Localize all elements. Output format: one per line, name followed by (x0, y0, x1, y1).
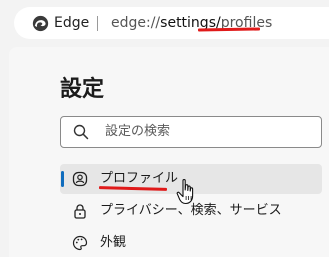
active-indicator (61, 171, 64, 187)
browser-window: Edge edge://settings/profiles 設定 設定の検索 プ… (0, 0, 329, 257)
settings-search-input[interactable]: 設定の検索 (60, 116, 322, 148)
url-scheme: edge:// (111, 15, 161, 31)
lock-icon (74, 204, 86, 219)
browser-name-label: Edge (54, 15, 90, 31)
page-title: 設定 (60, 77, 105, 102)
sidebar-item-label: プロファイル (100, 171, 179, 186)
search-placeholder: 設定の検索 (105, 124, 171, 139)
sidebar-item-appearance[interactable]: 外観 (60, 228, 322, 257)
sidebar-item-label: 外観 (100, 235, 127, 250)
profile-icon (72, 171, 88, 187)
edge-logo-icon (32, 15, 49, 32)
hand-cursor-icon (176, 179, 194, 205)
palette-icon (72, 235, 88, 251)
search-icon (73, 124, 89, 140)
address-separator (97, 16, 98, 31)
address-bar[interactable]: Edge edge://settings/profiles (14, 7, 329, 39)
